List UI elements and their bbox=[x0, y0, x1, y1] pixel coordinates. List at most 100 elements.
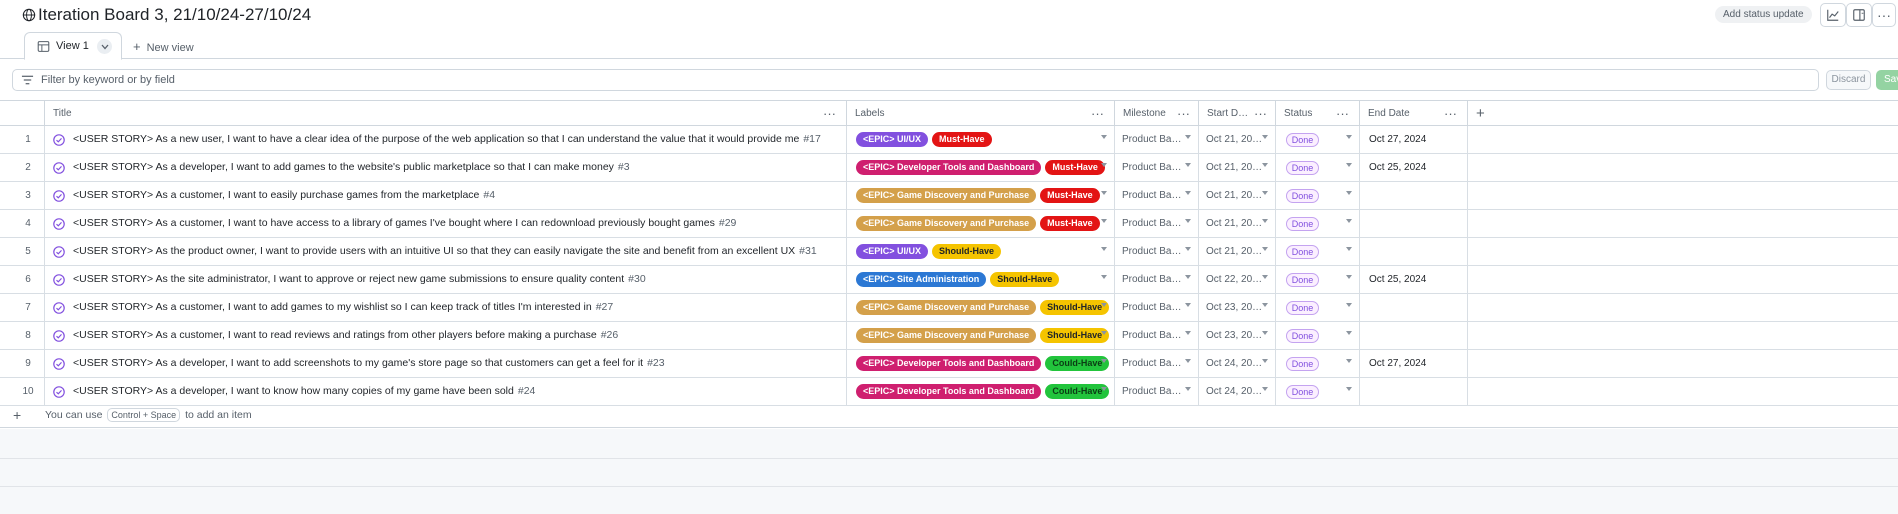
chevron-down-icon[interactable] bbox=[1346, 163, 1352, 167]
chevron-down-icon[interactable] bbox=[1346, 387, 1352, 391]
chevron-down-icon[interactable] bbox=[1185, 387, 1191, 391]
add-item-row[interactable]: + You can use Control + Space to add an … bbox=[0, 402, 1898, 428]
chevron-down-icon[interactable] bbox=[1185, 359, 1191, 363]
chevron-down-icon[interactable] bbox=[1262, 387, 1268, 391]
start-date-cell[interactable]: Oct 21, 20… bbox=[1206, 126, 1262, 153]
chevron-down-icon[interactable] bbox=[1346, 191, 1352, 195]
more-options-button[interactable]: ··· bbox=[1872, 3, 1896, 27]
column-menu-icon[interactable]: ··· bbox=[1177, 101, 1190, 126]
add-field-button[interactable]: + bbox=[1476, 101, 1485, 126]
labels-cell[interactable]: <EPIC> Game Discovery and Purchase Should… bbox=[856, 300, 1110, 316]
chevron-down-icon[interactable] bbox=[1101, 275, 1107, 279]
chevron-down-icon[interactable] bbox=[1346, 219, 1352, 223]
table-row[interactable]: 3 <USER STORY> As a customer, I want to e… bbox=[0, 182, 1898, 210]
filter-input[interactable]: Filter by keyword or by field bbox=[12, 69, 1819, 91]
column-menu-icon[interactable]: ··· bbox=[823, 101, 836, 126]
label-chip[interactable]: Must-Have bbox=[1040, 216, 1100, 231]
header-start-date[interactable]: Start D… ··· bbox=[1199, 101, 1276, 126]
labels-cell[interactable]: <EPIC> Developer Tools and Dashboard Must… bbox=[856, 160, 1105, 176]
plus-icon[interactable]: + bbox=[13, 407, 21, 423]
label-chip[interactable]: Should-Have bbox=[1040, 328, 1110, 343]
status-badge[interactable]: Done bbox=[1286, 301, 1319, 315]
column-menu-icon[interactable]: ··· bbox=[1336, 101, 1349, 126]
header-title[interactable]: Title ··· bbox=[45, 101, 847, 126]
label-chip[interactable]: Should-Have bbox=[932, 244, 1002, 259]
table-row[interactable]: 2 <USER STORY> As a developer, I want to … bbox=[0, 154, 1898, 182]
status-badge[interactable]: Done bbox=[1286, 161, 1319, 175]
table-row[interactable]: 8 <USER STORY> As a customer, I want to r… bbox=[0, 322, 1898, 350]
label-chip[interactable]: Must-Have bbox=[1045, 160, 1105, 175]
label-chip[interactable]: <EPIC> Site Administration bbox=[856, 272, 987, 287]
chevron-down-icon[interactable] bbox=[1346, 303, 1352, 307]
start-date-cell[interactable]: Oct 21, 20… bbox=[1206, 182, 1262, 209]
start-date-cell[interactable]: Oct 23, 20… bbox=[1206, 294, 1262, 321]
chevron-down-icon[interactable] bbox=[1101, 331, 1107, 335]
status-badge[interactable]: Done bbox=[1286, 357, 1319, 371]
labels-cell[interactable]: <EPIC> Developer Tools and Dashboard Coul… bbox=[856, 384, 1110, 400]
new-view-button[interactable]: + New view bbox=[133, 39, 194, 54]
chevron-down-icon[interactable] bbox=[1262, 303, 1268, 307]
milestone-cell[interactable]: Product Ba… bbox=[1122, 238, 1181, 265]
chevron-down-icon[interactable] bbox=[1185, 331, 1191, 335]
end-date-cell[interactable]: Oct 27, 2024 bbox=[1369, 126, 1426, 153]
table-row[interactable]: 6 <USER STORY> As the site administrator,… bbox=[0, 266, 1898, 294]
start-date-cell[interactable]: Oct 22, 20… bbox=[1206, 266, 1262, 293]
labels-cell[interactable]: <EPIC> Site Administration Should-Have bbox=[856, 272, 1060, 288]
milestone-cell[interactable]: Product Ba… bbox=[1122, 322, 1181, 349]
labels-cell[interactable]: <EPIC> UI/UX Must-Have bbox=[856, 132, 992, 148]
discard-button[interactable]: Discard bbox=[1826, 70, 1871, 90]
issue-title-link[interactable]: <USER STORY> As a customer, I want to ha… bbox=[73, 210, 736, 237]
chevron-down-icon[interactable] bbox=[1185, 219, 1191, 223]
status-badge[interactable]: Done bbox=[1286, 217, 1319, 231]
milestone-cell[interactable]: Product Ba… bbox=[1122, 154, 1181, 181]
milestone-cell[interactable]: Product Ba… bbox=[1122, 126, 1181, 153]
chevron-down-icon[interactable] bbox=[1262, 359, 1268, 363]
chevron-down-icon[interactable] bbox=[1346, 247, 1352, 251]
column-menu-icon[interactable]: ··· bbox=[1091, 101, 1104, 126]
column-menu-icon[interactable]: ··· bbox=[1254, 101, 1267, 126]
status-badge[interactable]: Done bbox=[1286, 133, 1319, 147]
chevron-down-icon[interactable] bbox=[1262, 219, 1268, 223]
chevron-down-icon[interactable] bbox=[1185, 303, 1191, 307]
chevron-down-icon[interactable] bbox=[1346, 359, 1352, 363]
milestone-cell[interactable]: Product Ba… bbox=[1122, 210, 1181, 237]
header-milestone[interactable]: Milestone ··· bbox=[1115, 101, 1199, 126]
table-row[interactable]: 5 <USER STORY> As the product owner, I wa… bbox=[0, 238, 1898, 266]
label-chip[interactable]: Must-Have bbox=[932, 132, 992, 147]
labels-cell[interactable]: <EPIC> Game Discovery and Purchase Should… bbox=[856, 328, 1110, 344]
header-end-date[interactable]: End Date ··· bbox=[1360, 101, 1468, 126]
labels-cell[interactable]: <EPIC> Game Discovery and Purchase Must-H… bbox=[856, 188, 1100, 204]
header-status[interactable]: Status ··· bbox=[1276, 101, 1360, 126]
chevron-down-icon[interactable] bbox=[1262, 163, 1268, 167]
start-date-cell[interactable]: Oct 23, 20… bbox=[1206, 322, 1262, 349]
chevron-down-icon[interactable] bbox=[1185, 135, 1191, 139]
issue-title-link[interactable]: <USER STORY> As a developer, I want to a… bbox=[73, 154, 630, 181]
side-panel-button[interactable] bbox=[1846, 3, 1872, 27]
issue-title-link[interactable]: <USER STORY> As a developer, I want to k… bbox=[73, 378, 535, 405]
milestone-cell[interactable]: Product Ba… bbox=[1122, 294, 1181, 321]
issue-title-link[interactable]: <USER STORY> As a customer, I want to ea… bbox=[73, 182, 495, 209]
insights-button[interactable] bbox=[1820, 3, 1846, 27]
end-date-cell[interactable]: Oct 25, 2024 bbox=[1369, 266, 1426, 293]
chevron-down-icon[interactable] bbox=[1101, 387, 1107, 391]
labels-cell[interactable]: <EPIC> Game Discovery and Purchase Must-H… bbox=[856, 216, 1100, 232]
milestone-cell[interactable]: Product Ba… bbox=[1122, 350, 1181, 377]
labels-cell[interactable]: <EPIC> UI/UX Should-Have bbox=[856, 244, 1002, 260]
chevron-down-icon[interactable] bbox=[1262, 247, 1268, 251]
chevron-down-icon[interactable] bbox=[1185, 247, 1191, 251]
label-chip[interactable]: <EPIC> Game Discovery and Purchase bbox=[856, 300, 1037, 315]
issue-title-link[interactable]: <USER STORY> As a customer, I want to ad… bbox=[73, 294, 613, 321]
issue-title-link[interactable]: <USER STORY> As the site administrator, … bbox=[73, 266, 646, 293]
milestone-cell[interactable]: Product Ba… bbox=[1122, 266, 1181, 293]
start-date-cell[interactable]: Oct 24, 20… bbox=[1206, 378, 1262, 405]
label-chip[interactable]: Could-Have bbox=[1045, 384, 1110, 399]
label-chip[interactable]: Should-Have bbox=[990, 272, 1060, 287]
label-chip[interactable]: <EPIC> Game Discovery and Purchase bbox=[856, 216, 1037, 231]
add-status-update-button[interactable]: Add status update bbox=[1715, 6, 1812, 23]
issue-title-link[interactable]: <USER STORY> As a customer, I want to re… bbox=[73, 322, 618, 349]
label-chip[interactable]: Should-Have bbox=[1040, 300, 1110, 315]
status-badge[interactable]: Done bbox=[1286, 245, 1319, 259]
label-chip[interactable]: Must-Have bbox=[1040, 188, 1100, 203]
start-date-cell[interactable]: Oct 21, 20… bbox=[1206, 238, 1262, 265]
status-badge[interactable]: Done bbox=[1286, 329, 1319, 343]
